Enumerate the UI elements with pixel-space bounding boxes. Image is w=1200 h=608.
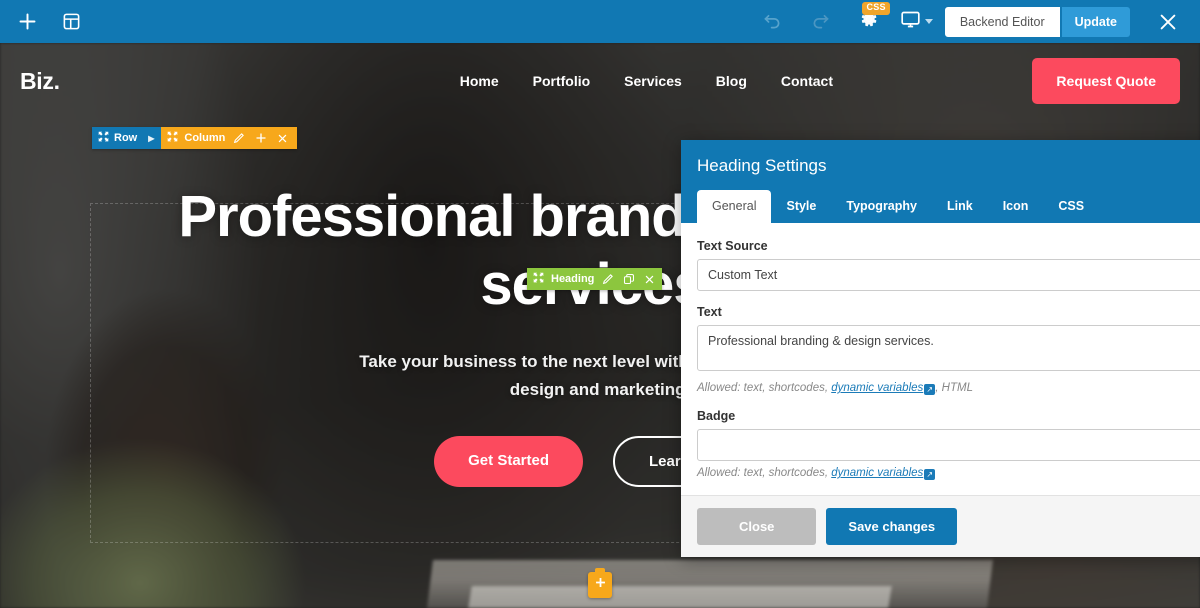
topbar-right-group: CSS Backend Editor Update: [750, 0, 1200, 43]
topbar-left-group: [0, 3, 90, 41]
layout-template-icon[interactable]: [52, 3, 90, 41]
close-x-icon[interactable]: [275, 133, 290, 144]
text-help-prefix: Allowed: text, shortcodes,: [697, 382, 832, 394]
panel-tabs: General Style Typography Link Icon CSS: [697, 190, 1200, 223]
request-quote-button[interactable]: Request Quote: [1032, 58, 1180, 104]
row-toolbar: Row ▶ Column: [92, 127, 298, 149]
external-link-icon[interactable]: ↗: [924, 469, 936, 480]
plus-icon[interactable]: [253, 132, 269, 144]
undo-icon[interactable]: [750, 0, 796, 43]
chevron-down-icon[interactable]: [924, 19, 933, 24]
heading-element-label: Heading: [551, 273, 595, 285]
column-handle[interactable]: Column: [161, 127, 298, 149]
device-preview-selector[interactable]: [894, 0, 943, 43]
move-arrows-icon: [167, 131, 178, 145]
text-help-note: Allowed: text, shortcodes, dynamic varia…: [697, 382, 1200, 395]
text-source-label: Text Source: [697, 239, 768, 253]
builder-topbar: CSS Backend Editor Update: [0, 0, 1200, 43]
close-x-icon[interactable]: [643, 274, 656, 285]
page-settings-button[interactable]: CSS: [846, 0, 892, 43]
nav-item-home[interactable]: Home: [460, 73, 499, 89]
editor-screen: Biz. Home Portfolio Services Blog Contac…: [0, 0, 1200, 608]
row-label: Row: [114, 132, 138, 144]
duplicate-icon[interactable]: [622, 273, 636, 285]
panel-body: Text Source Text Professional branding &…: [681, 223, 1200, 495]
tab-style[interactable]: Style: [771, 190, 831, 223]
move-arrows-icon: [533, 272, 544, 286]
heading-toolbar: Heading: [527, 268, 663, 290]
panel-header: Heading Settings General Style Typograph…: [681, 140, 1200, 223]
move-arrows-icon: [98, 131, 109, 145]
row-handle[interactable]: Row ▶: [92, 127, 162, 149]
panel-title: Heading Settings: [697, 156, 827, 175]
text-source-input[interactable]: [697, 259, 1200, 291]
column-label: Column: [184, 132, 226, 144]
tab-general[interactable]: General: [697, 190, 772, 223]
badge-help-prefix: Allowed: text, shortcodes,: [697, 467, 832, 479]
heading-settings-panel: Heading Settings General Style Typograph…: [681, 140, 1200, 557]
redo-icon[interactable]: [798, 0, 844, 43]
save-changes-button[interactable]: Save changes: [826, 508, 958, 545]
nav-item-blog[interactable]: Blog: [716, 73, 747, 89]
text-help-suffix: , HTML: [935, 382, 973, 394]
site-nav: Home Portfolio Services Blog Contact: [460, 73, 833, 89]
dynamic-variables-link[interactable]: dynamic variables: [831, 467, 923, 479]
desktop-monitor-icon: [900, 9, 921, 35]
get-started-button[interactable]: Get Started: [434, 435, 583, 487]
hero-foreground-object-2: [468, 586, 892, 608]
add-element-button[interactable]: [588, 568, 612, 598]
field-badge: Badge Allowed: text, shortcodes, dynamic…: [697, 409, 1200, 480]
text-label: Text: [697, 305, 722, 319]
close-x-icon[interactable]: [1146, 0, 1190, 43]
tab-icon[interactable]: Icon: [988, 190, 1044, 223]
tab-typography[interactable]: Typography: [831, 190, 932, 223]
nav-item-contact[interactable]: Contact: [781, 73, 833, 89]
css-badge: CSS: [862, 2, 890, 15]
nav-item-services[interactable]: Services: [624, 73, 682, 89]
update-button[interactable]: Update: [1061, 6, 1130, 37]
close-button[interactable]: Close: [697, 508, 817, 545]
external-link-icon[interactable]: ↗: [924, 384, 936, 395]
tab-css[interactable]: CSS: [1043, 190, 1099, 223]
badge-input[interactable]: [697, 429, 1200, 461]
nav-item-portfolio[interactable]: Portfolio: [533, 73, 591, 89]
field-text: Text Professional branding & design serv…: [697, 305, 1200, 395]
chevron-right-icon[interactable]: ▶: [148, 134, 154, 143]
tab-link[interactable]: Link: [932, 190, 988, 223]
site-logo[interactable]: Biz.: [20, 68, 60, 95]
plus-icon[interactable]: [8, 3, 46, 41]
field-text-source: Text Source: [697, 239, 1200, 291]
badge-label: Badge: [697, 409, 736, 423]
pencil-icon[interactable]: [231, 132, 247, 144]
panel-footer: Close Save changes: [681, 495, 1200, 557]
site-header: Biz. Home Portfolio Services Blog Contac…: [0, 43, 1200, 119]
pencil-icon[interactable]: [601, 273, 615, 285]
dynamic-variables-link[interactable]: dynamic variables: [831, 382, 923, 394]
backend-editor-button[interactable]: Backend Editor: [944, 6, 1060, 37]
badge-help-note: Allowed: text, shortcodes, dynamic varia…: [697, 467, 1200, 480]
text-textarea[interactable]: Professional branding & design services.: [697, 325, 1200, 371]
plus-icon: [594, 576, 607, 594]
